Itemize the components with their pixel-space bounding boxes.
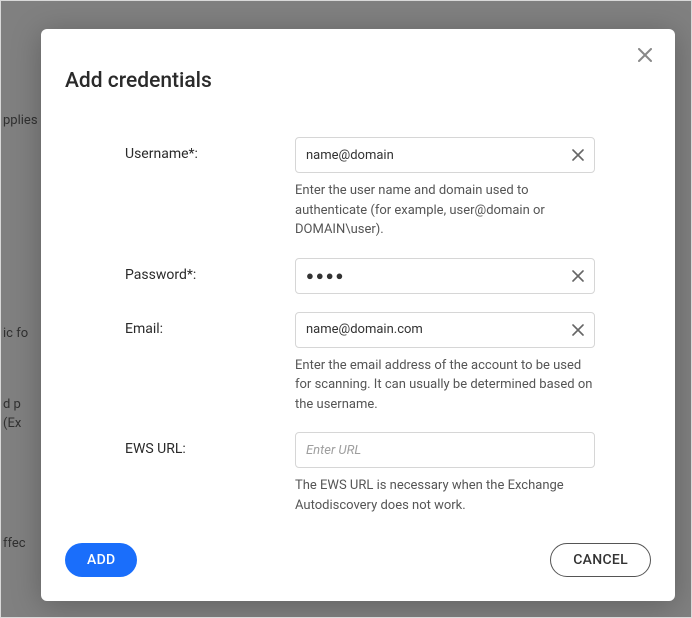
email-row: Email: Enter the email address of the ac…	[125, 312, 651, 415]
add-credentials-dialog: Add credentials Username*: Enter the use…	[41, 29, 675, 601]
password-clear-button[interactable]	[564, 262, 592, 290]
cancel-button[interactable]: CANCEL	[550, 543, 651, 577]
bg-text: pplies	[3, 113, 38, 128]
username-label: Username*:	[125, 137, 295, 162]
close-icon	[638, 48, 652, 62]
email-label: Email:	[125, 312, 295, 337]
clear-icon	[572, 324, 584, 336]
username-row: Username*: Enter the user name and domai…	[125, 137, 651, 240]
credentials-form: Username*: Enter the user name and domai…	[65, 137, 651, 515]
email-input-wrap	[295, 312, 595, 348]
username-input[interactable]	[296, 148, 564, 163]
email-input[interactable]	[296, 322, 564, 337]
close-button[interactable]	[633, 43, 657, 67]
password-input-wrap: ●●●●	[295, 258, 595, 294]
ews-url-input[interactable]	[296, 443, 594, 458]
add-button[interactable]: ADD	[65, 543, 137, 577]
bg-text: (Ex	[3, 416, 21, 431]
email-clear-button[interactable]	[564, 316, 592, 344]
username-help: Enter the user name and domain used to a…	[295, 181, 595, 240]
clear-icon	[572, 270, 584, 282]
password-row: Password*: ●●●●	[125, 258, 651, 294]
dialog-actions: ADD CANCEL	[65, 543, 651, 577]
password-input[interactable]: ●●●●	[296, 268, 564, 284]
username-input-wrap	[295, 137, 595, 173]
ews-url-help: The EWS URL is necessary when the Exchan…	[295, 476, 595, 515]
bg-text: ffec	[3, 536, 26, 551]
bg-text: d p	[3, 397, 21, 412]
dialog-title: Add credentials	[65, 69, 651, 93]
ews-url-input-wrap	[295, 432, 595, 468]
email-help: Enter the email address of the account t…	[295, 356, 595, 415]
password-label: Password*:	[125, 258, 295, 283]
clear-icon	[572, 149, 584, 161]
username-clear-button[interactable]	[564, 141, 592, 169]
ews-url-row: EWS URL: The EWS URL is necessary when t…	[125, 432, 651, 515]
bg-text: ic fo	[3, 326, 28, 341]
ews-url-label: EWS URL:	[125, 432, 295, 457]
